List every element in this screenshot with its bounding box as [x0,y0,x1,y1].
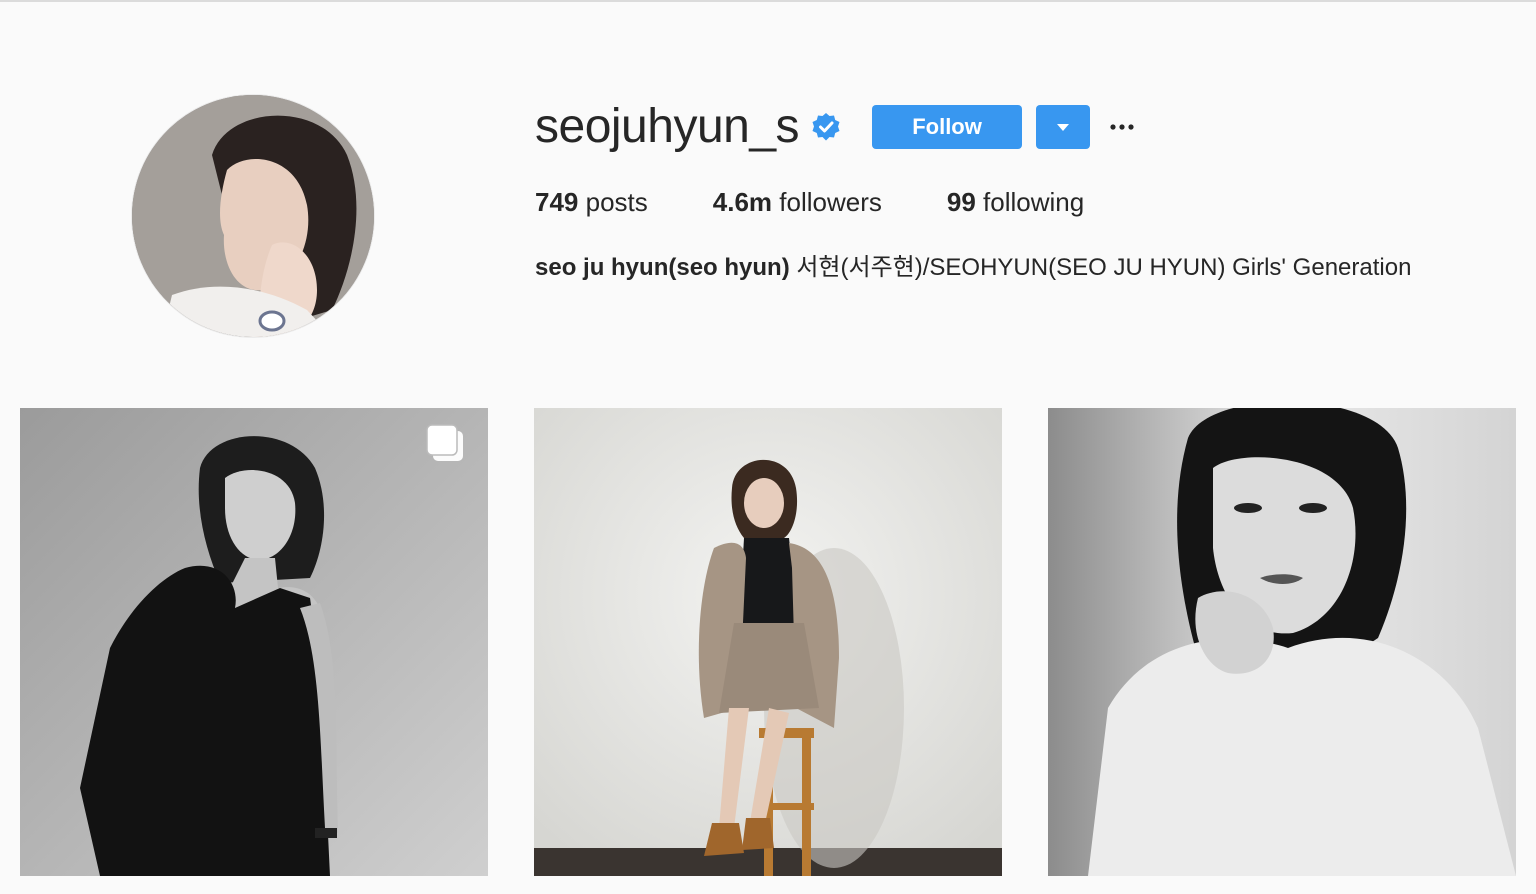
profile-info: seojuhyun_s Follow 749 posts 4.6m follow… [535,100,1525,284]
stats-row: 749 posts 4.6m followers 99 following [535,186,1525,218]
post-thumbnail-1[interactable] [20,408,488,876]
following-count: 99 [946,187,976,217]
posts-count: 749 [535,187,579,217]
bio: seo ju hyun(seo hyun) 서현(서주현)/SEOHYUN(SE… [535,252,1525,284]
followers-stat[interactable]: 4.6m followers [713,186,882,218]
ellipsis-icon [1110,124,1134,130]
post-photo-3 [1048,408,1516,876]
verified-badge-icon [811,112,841,142]
following-stat[interactable]: 99 following [947,186,1084,218]
posts-label: posts [585,187,648,217]
bio-text: 서현(서주현)/SEOHYUN(SEO JU HYUN) Girls' Gene… [789,254,1412,281]
post-thumbnail-2[interactable] [534,408,1002,876]
more-options-button[interactable] [1108,105,1136,149]
post-photo-1 [20,408,488,876]
avatar-photo [132,95,374,337]
following-label: following [983,187,1085,217]
username: seojuhyun_s [535,100,800,153]
full-name: seo ju hyun(seo hyun) [535,254,790,281]
caret-down-icon [1057,123,1070,131]
profile-avatar[interactable] [132,95,374,337]
posts-stat: 749 posts [535,186,648,218]
multiple-posts-icon [424,422,466,464]
title-row: seojuhyun_s Follow [535,100,1525,154]
follow-button[interactable]: Follow [872,105,1023,149]
top-border [0,0,1536,2]
suggestions-dropdown-button[interactable] [1036,105,1091,149]
post-photo-2 [534,408,1002,876]
followers-count: 4.6m [712,187,773,217]
post-thumbnail-3[interactable] [1048,408,1516,876]
followers-label: followers [779,187,882,217]
